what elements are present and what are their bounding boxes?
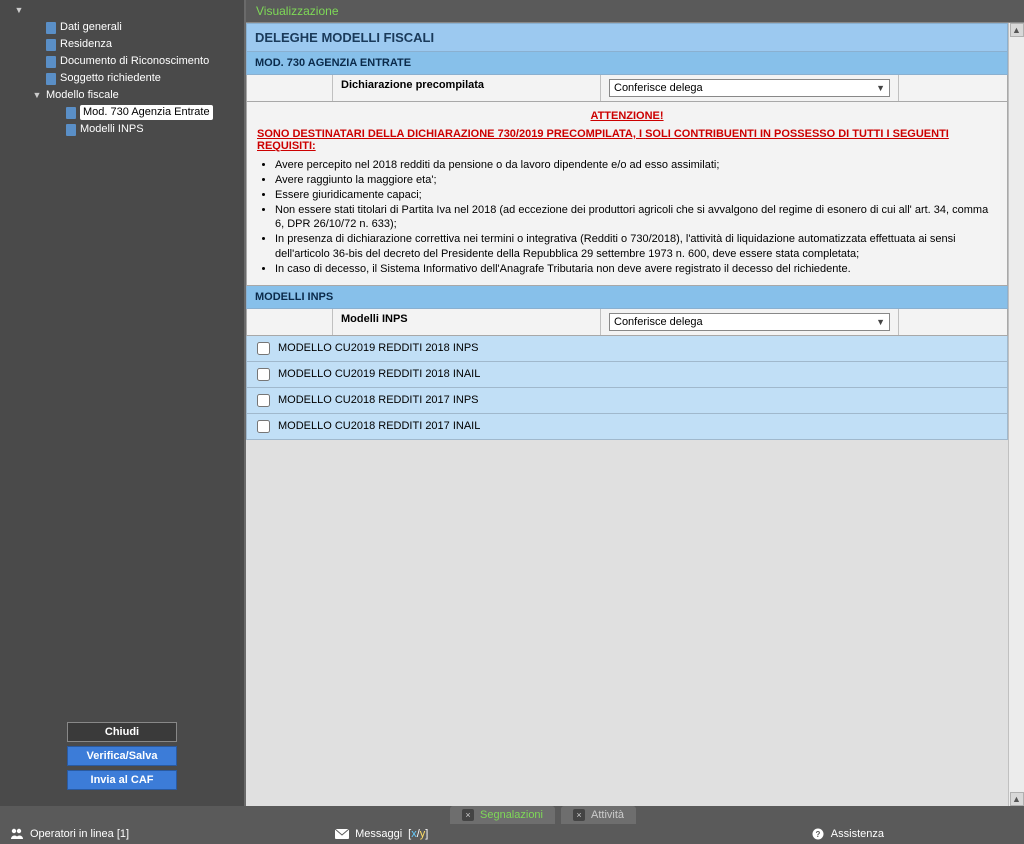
warning-block: ATTENZIONE! SONO DESTINATARI DELLA DICHI…: [246, 102, 1008, 286]
row-label-inps: Modelli INPS: [333, 309, 601, 335]
content-area: Visualizzazione DELEGHE MODELLI FISCALI …: [244, 0, 1024, 806]
tree-label: Mod. 730 Agenzia Entrate: [80, 105, 213, 120]
select-value: Conferisce delega: [614, 316, 703, 328]
tree-item-dati-generali[interactable]: Dati generali: [8, 19, 244, 36]
tree-root-toggle[interactable]: ▼: [8, 2, 244, 19]
message-count: [x/y]: [408, 828, 428, 840]
row-label-730: Dichiarazione precompilata: [333, 75, 601, 101]
users-icon: [10, 828, 24, 840]
model-checkbox[interactable]: [257, 368, 270, 381]
verify-save-button[interactable]: Verifica/Salva: [67, 746, 177, 766]
status-text: Assistenza: [831, 828, 884, 840]
status-text: Messaggi: [355, 828, 402, 840]
document-icon: [46, 22, 56, 34]
svg-text:?: ?: [815, 830, 820, 839]
close-icon[interactable]: ×: [573, 809, 585, 821]
model-row[interactable]: MODELLO CU2018 REDDITI 2017 INPS: [246, 388, 1008, 414]
warning-title: ATTENZIONE!: [257, 108, 997, 128]
model-label: MODELLO CU2018 REDDITI 2017 INAIL: [278, 420, 480, 432]
send-caf-button[interactable]: Invia al CAF: [67, 770, 177, 790]
status-text: Operatori in linea [1]: [30, 828, 129, 840]
tab-label: Attività: [591, 809, 624, 821]
model-row[interactable]: MODELLO CU2018 REDDITI 2017 INAIL: [246, 414, 1008, 440]
tree-item-documento-riconoscimento[interactable]: Documento di Riconoscimento: [8, 53, 244, 70]
document-icon: [46, 56, 56, 68]
close-button[interactable]: Chiudi: [67, 722, 177, 742]
tree-item-mod-730[interactable]: Mod. 730 Agenzia Entrate: [8, 104, 244, 121]
vertical-scrollbar[interactable]: ▲ ▲: [1008, 23, 1024, 806]
sidebar: ▼ Dati generali Residenza Documento di R…: [0, 0, 244, 806]
row-inps: Modelli INPS Conferisce delega ▼: [246, 309, 1008, 336]
warning-item: Essere giuridicamente capaci;: [275, 188, 997, 203]
tree-item-modelli-inps[interactable]: Modelli INPS: [8, 121, 244, 138]
model-label: MODELLO CU2019 REDDITI 2018 INAIL: [278, 368, 480, 380]
status-assistenza[interactable]: ? Assistenza: [811, 828, 884, 840]
chevron-down-icon: ▼: [14, 3, 24, 18]
bottom-tabs: × Segnalazioni × Attività: [0, 806, 1024, 824]
row-730: Dichiarazione precompilata Conferisce de…: [246, 75, 1008, 102]
document-icon: [66, 124, 76, 136]
select-inps-delega[interactable]: Conferisce delega ▼: [609, 313, 890, 331]
tree-item-modello-fiscale[interactable]: ▼ Modello fiscale: [8, 87, 244, 104]
document-icon: [46, 39, 56, 51]
document-icon: [46, 73, 56, 85]
status-messages[interactable]: Messaggi [x/y]: [335, 828, 428, 840]
section-inps-header: MODELLI INPS: [246, 286, 1008, 309]
tree-label: Soggetto richiedente: [60, 71, 161, 86]
help-icon: ?: [811, 828, 825, 840]
model-label: MODELLO CU2018 REDDITI 2017 INPS: [278, 394, 479, 406]
model-checkbox[interactable]: [257, 394, 270, 407]
model-checkbox[interactable]: [257, 342, 270, 355]
warning-item: Avere raggiunto la maggiore eta';: [275, 173, 997, 188]
warning-list: Avere percepito nel 2018 redditi da pens…: [257, 158, 997, 277]
tree-label: Residenza: [60, 37, 112, 52]
tab-segnalazioni[interactable]: × Segnalazioni: [450, 806, 555, 824]
scroll-down-icon[interactable]: ▲: [1010, 792, 1024, 806]
warning-item: Non essere stati titolari di Partita Iva…: [275, 203, 997, 233]
tab-label: Segnalazioni: [480, 809, 543, 821]
model-label: MODELLO CU2019 REDDITI 2018 INPS: [278, 342, 479, 354]
select-730-delega[interactable]: Conferisce delega ▼: [609, 79, 890, 97]
warning-item: In caso di decesso, il Sistema Informati…: [275, 262, 997, 277]
model-checkbox[interactable]: [257, 420, 270, 433]
close-icon[interactable]: ×: [462, 809, 474, 821]
chevron-down-icon: ▼: [32, 88, 42, 103]
tree-label: Documento di Riconoscimento: [60, 54, 209, 69]
warning-item: Avere percepito nel 2018 redditi da pens…: [275, 158, 997, 173]
model-row[interactable]: MODELLO CU2019 REDDITI 2018 INAIL: [246, 362, 1008, 388]
mode-label: Visualizzazione: [246, 0, 1024, 23]
document-icon: [66, 107, 76, 119]
warning-item: In presenza di dichiarazione correttiva …: [275, 232, 997, 262]
warning-subtitle: SONO DESTINATARI DELLA DICHIARAZIONE 730…: [257, 128, 997, 158]
sidebar-actions: Chiudi Verifica/Salva Invia al CAF: [0, 716, 244, 806]
scroll-up-icon[interactable]: ▲: [1010, 23, 1024, 37]
panel-title: DELEGHE MODELLI FISCALI: [246, 23, 1008, 52]
chevron-down-icon: ▼: [876, 317, 885, 327]
tree-label: Dati generali: [60, 20, 122, 35]
model-row[interactable]: MODELLO CU2019 REDDITI 2018 INPS: [246, 336, 1008, 362]
tree-item-residenza[interactable]: Residenza: [8, 36, 244, 53]
mail-icon: [335, 828, 349, 840]
status-bar: Operatori in linea [1] Messaggi [x/y] ? …: [0, 824, 1024, 844]
select-value: Conferisce delega: [614, 82, 703, 94]
status-operators[interactable]: Operatori in linea [1]: [10, 828, 129, 840]
chevron-down-icon: ▼: [876, 83, 885, 93]
tree-item-soggetto-richiedente[interactable]: Soggetto richiedente: [8, 70, 244, 87]
nav-tree: ▼ Dati generali Residenza Documento di R…: [0, 2, 244, 716]
tree-label: Modelli INPS: [80, 122, 144, 137]
tree-label: Modello fiscale: [46, 88, 119, 103]
section-730-header: MOD. 730 AGENZIA ENTRATE: [246, 52, 1008, 75]
tab-attivita[interactable]: × Attività: [561, 806, 636, 824]
